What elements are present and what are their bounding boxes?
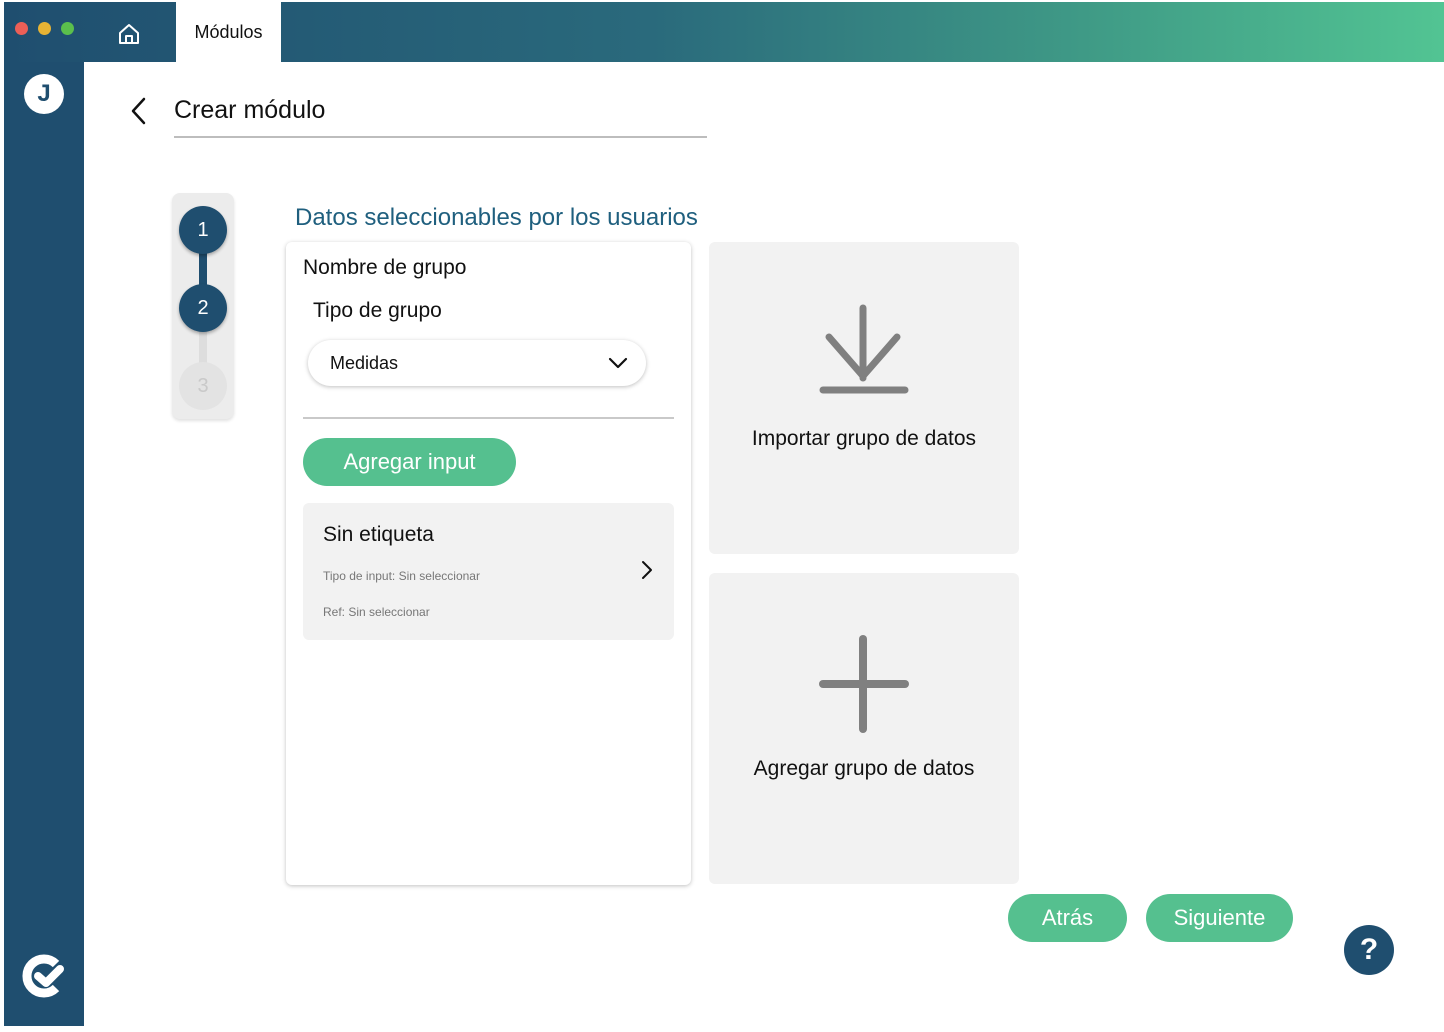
window-minimize-button[interactable] [38, 22, 51, 35]
back-step-label: Atrás [1041, 905, 1094, 930]
sidebar: J [4, 62, 84, 1026]
avatar[interactable]: J [24, 74, 64, 114]
add-input-label: Agregar input [343, 449, 476, 474]
import-data-group-label: Importar grupo de datos [751, 427, 977, 450]
help-icon: ? [1359, 933, 1379, 966]
add-input-button[interactable]: Agregar input [303, 438, 516, 486]
stepper: 1 2 3 [172, 193, 234, 419]
input-item-type: Tipo de input: Sin seleccionar [323, 569, 480, 583]
title-divider [174, 136, 707, 138]
input-list-item[interactable]: Sin etiqueta Tipo de input: Sin seleccio… [303, 503, 674, 640]
group-card: Nombre de grupo Tipo de grupo Medidas Ag… [286, 242, 691, 885]
window-maximize-button[interactable] [61, 22, 74, 35]
window-titlebar: Módulos [4, 2, 1444, 62]
step-3: 3 [179, 362, 227, 410]
step-2[interactable]: 2 [179, 284, 227, 332]
step-2-number: 2 [197, 296, 209, 319]
next-step-label: Siguiente [1173, 905, 1266, 930]
chevron-right-icon [642, 561, 652, 579]
help-button[interactable]: ? [1344, 925, 1394, 975]
group-type-select[interactable]: Medidas [308, 340, 646, 386]
tab-modulos[interactable]: Módulos [176, 2, 281, 62]
input-item-label: Sin etiqueta [323, 523, 434, 546]
step-1-number: 1 [197, 218, 209, 241]
home-icon [119, 24, 139, 44]
plus-icon [819, 635, 909, 733]
tab-modulos-label: Módulos [194, 21, 263, 42]
add-data-group-label: Agregar grupo de datos [753, 757, 975, 780]
step-1[interactable]: 1 [179, 206, 227, 254]
home-button[interactable] [113, 18, 145, 50]
chevron-down-icon [608, 357, 628, 369]
page-title: Crear módulo [174, 96, 326, 124]
avatar-initial: J [37, 80, 51, 107]
card-divider [303, 417, 674, 419]
next-step-button[interactable]: Siguiente [1146, 894, 1293, 942]
step-3-number: 3 [197, 374, 209, 397]
back-step-button[interactable]: Atrás [1008, 894, 1127, 942]
add-data-group-tile[interactable]: Agregar grupo de datos [709, 573, 1019, 884]
window-close-button[interactable] [15, 22, 28, 35]
download-icon [819, 304, 909, 394]
section-title: Datos seleccionables por los usuarios [295, 204, 698, 231]
brand-logo-icon [22, 954, 64, 998]
chevron-left-icon [131, 97, 146, 125]
group-type-label: Tipo de grupo [313, 299, 442, 322]
input-item-ref: Ref: Sin seleccionar [323, 605, 430, 619]
group-type-value: Medidas [330, 352, 399, 373]
import-data-group-tile[interactable]: Importar grupo de datos [709, 242, 1019, 554]
back-button[interactable] [124, 94, 154, 128]
group-name-field[interactable]: Nombre de grupo [303, 256, 466, 280]
